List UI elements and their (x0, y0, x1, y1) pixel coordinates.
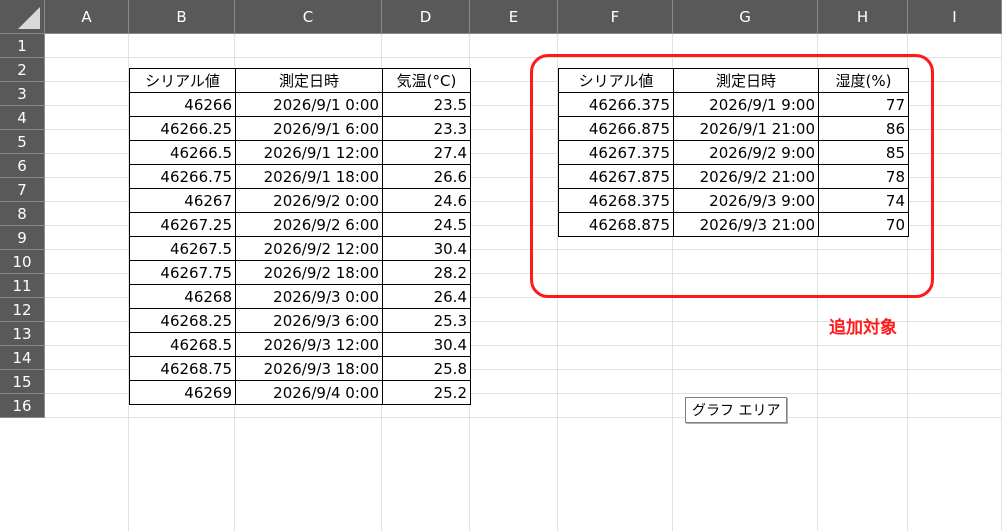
column-header-i[interactable]: I (908, 0, 1002, 34)
table-cell[interactable]: 46267.5 (129, 236, 236, 261)
temperature-table: シリアル値 測定日時 気温(°C) 46266 2026/9/1 0:00 23.5 462… (129, 68, 471, 405)
table-cell[interactable]: 46266 (129, 92, 236, 117)
table-cell[interactable]: 23.5 (382, 92, 471, 117)
header-cell[interactable]: 気温(°C) (382, 68, 471, 93)
table-cell[interactable]: 2026/9/1 12:00 (235, 140, 383, 165)
table-cell[interactable]: 2026/9/2 6:00 (235, 212, 383, 237)
header-cell[interactable]: シリアル値 (129, 68, 236, 93)
table-cell[interactable]: 46267.75 (129, 260, 236, 285)
table-row: 46266 2026/9/1 0:00 23.5 (129, 92, 471, 117)
table-cell[interactable]: 46267 (129, 188, 236, 213)
row-header-15[interactable]: 15 (0, 370, 45, 394)
table-row: 46267.5 2026/9/2 12:00 30.4 (129, 236, 471, 261)
column-header-e[interactable]: E (470, 0, 558, 34)
table-cell[interactable]: 25.8 (382, 356, 471, 381)
table-cell[interactable]: 27.4 (382, 140, 471, 165)
row-header-1[interactable]: 1 (0, 34, 45, 58)
table-cell[interactable]: 46266.5 (129, 140, 236, 165)
highlight-box (530, 54, 934, 298)
column-header-f[interactable]: F (558, 0, 673, 34)
table-cell[interactable]: 2026/9/3 6:00 (235, 308, 383, 333)
row-header-14[interactable]: 14 (0, 346, 45, 370)
row-header-9[interactable]: 9 (0, 226, 45, 250)
select-all-triangle-icon (18, 7, 40, 29)
table-row: 46268 2026/9/3 0:00 26.4 (129, 284, 471, 309)
table-row: 46269 2026/9/4 0:00 25.2 (129, 380, 471, 405)
spreadsheet: ABCDEFGHI 1 2 3 4 5 6 7 8 9 10 11 12 13 14 15 16 シリアル値測… (0, 0, 1002, 531)
table-row: 46267 2026/9/2 0:00 24.6 (129, 188, 471, 213)
column-header-c[interactable]: C (235, 0, 382, 34)
table-cell[interactable]: 2026/9/3 12:00 (235, 332, 383, 357)
table-cell[interactable]: 46267.25 (129, 212, 236, 237)
table-row: 46268.75 2026/9/3 18:00 25.8 (129, 356, 471, 381)
column-header-h[interactable]: H (818, 0, 908, 34)
annotation-label: 追加対象 (829, 318, 897, 338)
table-cell[interactable]: 25.2 (382, 380, 471, 405)
table-row: 46267.25 2026/9/2 6:00 24.5 (129, 212, 471, 237)
row-header-5[interactable]: 5 (0, 130, 45, 154)
table-cell[interactable]: 30.4 (382, 236, 471, 261)
row-header-11[interactable]: 11 (0, 274, 45, 298)
row-header-6[interactable]: 6 (0, 154, 45, 178)
row-header-7[interactable]: 7 (0, 178, 45, 202)
table-cell[interactable]: 2026/9/4 0:00 (235, 380, 383, 405)
row-header-4[interactable]: 4 (0, 106, 45, 130)
table-header-row: シリアル値 測定日時 気温(°C) (129, 68, 471, 93)
table-cell[interactable]: 2026/9/1 0:00 (235, 92, 383, 117)
table-cell[interactable]: 46269 (129, 380, 236, 405)
table-cell[interactable]: 28.2 (382, 260, 471, 285)
table-cell[interactable]: 46268.5 (129, 332, 236, 357)
table-cell[interactable]: 2026/9/1 18:00 (235, 164, 383, 189)
row-header-16[interactable]: 16 (0, 394, 45, 418)
row-header-10[interactable]: 10 (0, 250, 45, 274)
table-cell[interactable]: 46268.25 (129, 308, 236, 333)
column-header-d[interactable]: D (382, 0, 470, 34)
select-all-corner[interactable] (0, 0, 45, 34)
row-header-12[interactable]: 12 (0, 298, 45, 322)
table-row: 46268.5 2026/9/3 12:00 30.4 (129, 332, 471, 357)
table-cell[interactable]: 24.6 (382, 188, 471, 213)
table-cell[interactable]: 26.4 (382, 284, 471, 309)
column-header-a[interactable]: A (45, 0, 129, 34)
table-cell[interactable]: 2026/9/3 0:00 (235, 284, 383, 309)
table-cell[interactable]: 2026/9/1 6:00 (235, 116, 383, 141)
table-cell[interactable]: 2026/9/2 18:00 (235, 260, 383, 285)
column-header-b[interactable]: B (129, 0, 235, 34)
table-cell[interactable]: 46268 (129, 284, 236, 309)
table-cell[interactable]: 25.3 (382, 308, 471, 333)
table-row: 46267.75 2026/9/2 18:00 28.2 (129, 260, 471, 285)
table-cell[interactable]: 24.5 (382, 212, 471, 237)
table-cell[interactable]: 46266.25 (129, 116, 236, 141)
row-header-8[interactable]: 8 (0, 202, 45, 226)
table-row: 46266.25 2026/9/1 6:00 23.3 (129, 116, 471, 141)
table-cell[interactable]: 2026/9/2 0:00 (235, 188, 383, 213)
table-cell[interactable]: 2026/9/3 18:00 (235, 356, 383, 381)
chart-area-tooltip: グラフ エリア (685, 397, 788, 423)
table-cell[interactable]: 2026/9/2 12:00 (235, 236, 383, 261)
row-header-3[interactable]: 3 (0, 82, 45, 106)
grid-hline (45, 417, 1002, 418)
table-cell[interactable]: 46266.75 (129, 164, 236, 189)
table-cell[interactable]: 46268.75 (129, 356, 236, 381)
table-row: 46268.25 2026/9/3 6:00 25.3 (129, 308, 471, 333)
row-header-2[interactable]: 2 (0, 58, 45, 82)
table-cell[interactable]: 30.4 (382, 332, 471, 357)
header-cell[interactable]: 測定日時 (235, 68, 383, 93)
table-cell[interactable]: 26.6 (382, 164, 471, 189)
table-cell[interactable]: 23.3 (382, 116, 471, 141)
column-header-g[interactable]: G (673, 0, 818, 34)
table-row: 46266.75 2026/9/1 18:00 26.6 (129, 164, 471, 189)
row-header-13[interactable]: 13 (0, 322, 45, 346)
table-row: 46266.5 2026/9/1 12:00 27.4 (129, 140, 471, 165)
